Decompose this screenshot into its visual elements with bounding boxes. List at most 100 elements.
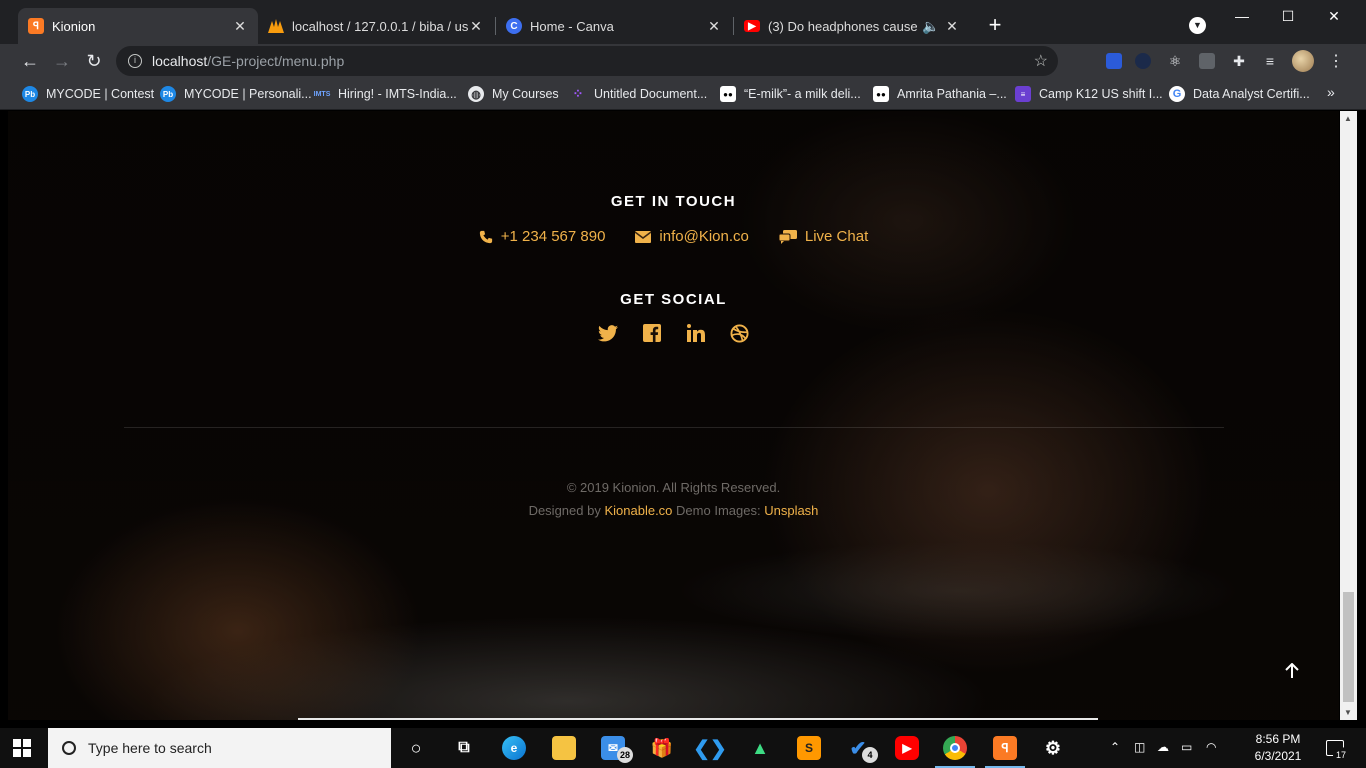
extension-pen-icon[interactable]: [1106, 53, 1122, 69]
tab-canva[interactable]: C Home - Canva ✕: [496, 8, 732, 44]
bookmark-star-icon[interactable]: ☆: [1034, 51, 1048, 71]
social-links: [8, 323, 1339, 343]
gift-icon[interactable]: 🎁: [650, 736, 674, 760]
page-load-line: [298, 718, 1098, 720]
more-bookmarks-icon[interactable]: »: [1327, 84, 1335, 100]
windows-start-icon[interactable]: [13, 739, 31, 757]
envelope-icon: [635, 230, 652, 243]
youtube-icon: ▶: [744, 20, 760, 32]
onedrive-cloud-icon[interactable]: ☁: [1157, 740, 1169, 754]
site-info-icon[interactable]: i: [128, 54, 142, 68]
back-button[interactable]: ←: [18, 49, 42, 73]
sublime-text-icon[interactable]: S: [797, 736, 821, 760]
bookmark-campk12[interactable]: ≡ Camp K12 US shift I...: [1015, 85, 1163, 103]
profile-avatar[interactable]: [1292, 50, 1314, 72]
linkedin-icon[interactable]: [686, 323, 706, 343]
audio-playing-icon[interactable]: 🔈: [922, 18, 939, 35]
page-content: GET IN TOUCH +1 234 567 890 info@Kion.co…: [8, 111, 1339, 720]
footer-divider: [124, 427, 1224, 428]
designer-link[interactable]: Kionable.co: [604, 503, 672, 518]
tab-phpmyadmin[interactable]: localhost / 127.0.0.1 / biba / user ✕: [258, 8, 494, 44]
tab-kionion[interactable]: ꟼ Kionion ✕: [18, 8, 258, 44]
scroll-to-top-button[interactable]: [1285, 662, 1299, 684]
new-tab-button[interactable]: +: [984, 14, 1006, 36]
close-tab-icon[interactable]: ✕: [232, 18, 248, 35]
tab-search-icon[interactable]: ▼: [1189, 17, 1206, 34]
bookmark-untitled-document[interactable]: ⁘ Untitled Document...: [570, 85, 708, 103]
bookmarks-bar: Pb MYCODE | Contest Pb MYCODE | Personal…: [0, 78, 1366, 110]
get-in-touch-heading: GET IN TOUCH: [610, 193, 737, 210]
minimize-button[interactable]: —: [1219, 4, 1265, 28]
globe-icon: ◍: [468, 86, 484, 102]
taskbar-search[interactable]: Type here to search: [48, 728, 391, 768]
mail-icon[interactable]: ✉ 28: [601, 736, 633, 763]
youtube-app-icon[interactable]: ▶: [895, 736, 919, 760]
page-scrollbar[interactable]: ▲ ▼: [1340, 111, 1357, 720]
contact-links: +1 234 567 890 info@Kion.co Live Chat: [8, 228, 1339, 245]
bookmark-emilk[interactable]: ●● “E-milk”- a milk deli...: [720, 85, 861, 103]
search-icon: [62, 741, 76, 755]
mycode-icon: Pb: [160, 86, 176, 102]
address-bar[interactable]: i localhost/GE-project/menu.php ☆: [116, 46, 1058, 76]
browser-toolbar: ← → ↻ i localhost/GE-project/menu.php ☆ …: [0, 44, 1366, 78]
credits-line: Designed by Kionable.co Demo Images: Uns…: [528, 503, 819, 518]
close-tab-icon[interactable]: ✕: [468, 18, 484, 35]
bookmark-imts[interactable]: IMTS Hiring! - IMTS-India...: [314, 85, 457, 103]
medium-icon: ●●: [873, 86, 889, 102]
chat-bubbles-icon: [778, 229, 797, 244]
tab-strip: ꟼ Kionion ✕ localhost / 127.0.0.1 / biba…: [0, 0, 1366, 44]
tray-meet-icon[interactable]: ◫: [1134, 740, 1145, 754]
wifi-icon[interactable]: ◠: [1206, 740, 1216, 754]
bookmark-mycode-contest[interactable]: Pb MYCODE | Contest: [22, 85, 154, 103]
edge-icon[interactable]: e: [502, 736, 526, 760]
close-window-button[interactable]: ✕: [1311, 4, 1357, 28]
unsplash-link[interactable]: Unsplash: [764, 503, 818, 518]
chrome-icon[interactable]: [943, 736, 967, 760]
extensions-puzzle-icon[interactable]: ✚: [1231, 53, 1247, 69]
battery-icon[interactable]: ▭: [1181, 740, 1192, 754]
tray-overflow-icon[interactable]: ⌃: [1110, 740, 1120, 754]
scrollbar-thumb[interactable]: [1343, 592, 1354, 702]
bookmark-my-courses[interactable]: ◍ My Courses: [468, 85, 559, 103]
file-explorer-icon[interactable]: [552, 736, 576, 760]
extension-owl-icon[interactable]: [1135, 53, 1151, 69]
extension-window-icon[interactable]: [1199, 53, 1215, 69]
bookmark-data-analyst[interactable]: G Data Analyst Certifi...: [1169, 85, 1310, 103]
todo-icon[interactable]: ✔ 4: [846, 736, 878, 763]
taskbar-clock[interactable]: 8:56 PM 6/3/2021: [1252, 731, 1304, 765]
extension-react-icon[interactable]: ⚛: [1167, 53, 1183, 69]
browser-menu-icon[interactable]: ⋮: [1328, 51, 1344, 71]
cortana-icon[interactable]: ○: [404, 736, 428, 760]
maximize-button[interactable]: ☐: [1265, 4, 1311, 28]
reload-button[interactable]: ↻: [82, 49, 106, 73]
bookmark-amrita[interactable]: ●● Amrita Pathania –...: [873, 85, 1007, 103]
phone-link[interactable]: +1 234 567 890: [479, 228, 605, 245]
medium-icon: ●●: [720, 86, 736, 102]
twitter-icon[interactable]: [597, 323, 618, 343]
bookmark-mycode-personal[interactable]: Pb MYCODE | Personali...: [160, 85, 312, 103]
figma-icon: ⁘: [572, 86, 584, 101]
live-chat-link[interactable]: Live Chat: [778, 228, 868, 245]
media-controls-icon[interactable]: ≡: [1262, 53, 1278, 69]
browser-window: ꟼ Kionion ✕ localhost / 127.0.0.1 / biba…: [0, 0, 1366, 768]
settings-gear-icon[interactable]: ⚙: [1041, 736, 1065, 760]
copyright-text: © 2019 Kionion. All Rights Reserved.: [566, 480, 781, 495]
get-social-heading: GET SOCIAL: [620, 291, 727, 308]
tab-youtube[interactable]: ▶ (3) Do headphones cause he 🔈 ✕: [734, 8, 970, 44]
email-link[interactable]: info@Kion.co: [635, 228, 749, 245]
scroll-down-arrow[interactable]: ▼: [1344, 708, 1352, 717]
facebook-icon[interactable]: [642, 323, 662, 343]
xampp-taskbar-icon[interactable]: ꟼ: [993, 736, 1017, 760]
notification-count-badge: 17: [1333, 747, 1349, 763]
dribbble-icon[interactable]: [730, 323, 750, 343]
google-icon: G: [1169, 86, 1185, 102]
vscode-icon[interactable]: ❮❯: [693, 736, 727, 760]
forward-button[interactable]: →: [50, 49, 74, 73]
windows-taskbar: Type here to search ○ ⧉ e ✉ 28 🎁 ❮❯ ▲ S ✔…: [0, 728, 1366, 768]
close-tab-icon[interactable]: ✕: [706, 18, 722, 35]
task-view-icon[interactable]: ⧉: [452, 736, 476, 760]
scroll-up-arrow[interactable]: ▲: [1344, 114, 1352, 123]
android-studio-icon[interactable]: ▲: [748, 736, 772, 760]
close-tab-icon[interactable]: ✕: [944, 18, 960, 35]
imts-icon: IMTS: [313, 90, 331, 98]
